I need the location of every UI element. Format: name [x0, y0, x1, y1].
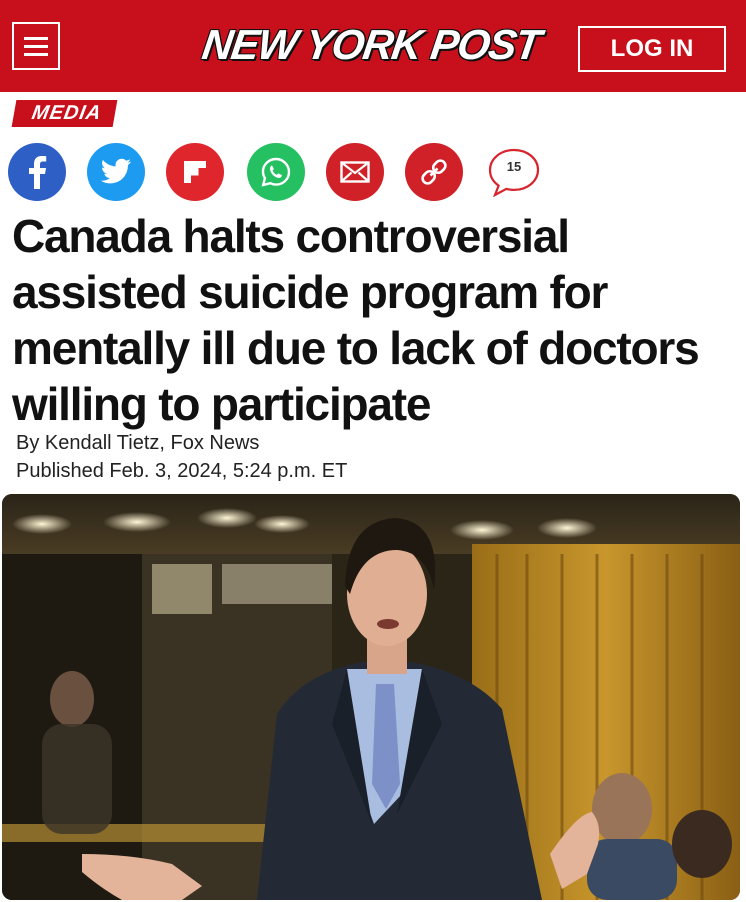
- hamburger-menu-icon[interactable]: [12, 22, 60, 70]
- twitter-icon[interactable]: [87, 143, 145, 201]
- email-icon[interactable]: [326, 143, 384, 201]
- copy-link-icon[interactable]: [405, 143, 463, 201]
- flipboard-icon[interactable]: [166, 143, 224, 201]
- article-headline: Canada halts controversial assisted suic…: [12, 210, 700, 430]
- comment-icon[interactable]: 15: [486, 147, 542, 198]
- site-header: NEW YORK POST LOG IN: [0, 0, 746, 92]
- article-published-date: Published Feb. 3, 2024, 5:24 p.m. ET: [16, 460, 348, 482]
- site-logo[interactable]: NEW YORK POST: [192, 14, 551, 76]
- share-bar: 15: [8, 143, 568, 203]
- article-hero-image[interactable]: [2, 494, 740, 900]
- comment-count: 15: [506, 159, 522, 174]
- section-tag[interactable]: MEDIA: [11, 100, 118, 127]
- login-button[interactable]: LOG IN: [578, 26, 726, 72]
- article-byline: By Kendall Tietz, Fox News: [16, 432, 260, 454]
- whatsapp-icon[interactable]: [247, 143, 305, 201]
- facebook-icon[interactable]: [8, 143, 66, 201]
